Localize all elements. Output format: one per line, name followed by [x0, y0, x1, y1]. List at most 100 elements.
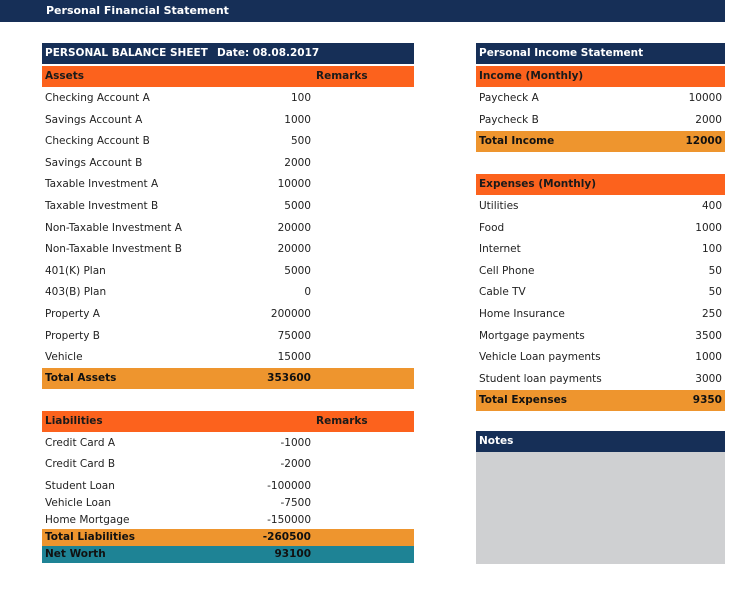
asset-label: Savings Account A [45, 113, 143, 126]
expense-value: 100 [701, 243, 722, 256]
asset-row: Non-Taxable Investment A 20000 [42, 218, 414, 239]
asset-row: Non-Taxable Investment B 20000 [42, 239, 414, 260]
asset-value: 5000 [284, 264, 311, 277]
net-worth-value: 93100 [274, 548, 311, 560]
expense-row: Vehicle Loan payments 1000 [476, 347, 725, 368]
liability-row: Student Loan -100000 [42, 478, 414, 495]
page-title: Personal Financial Statement [0, 0, 725, 22]
expenses-header: Expenses (Monthly) [476, 174, 725, 195]
income-header: Income (Monthly) [476, 66, 725, 87]
total-expenses-value: 9350 [692, 394, 722, 406]
expense-value: 1000 [695, 221, 722, 234]
asset-label: Checking Account A [45, 92, 150, 104]
notes-area[interactable] [476, 452, 725, 564]
total-income-label: Total Income [479, 135, 555, 147]
income-row: Paycheck B 2000 [476, 110, 725, 131]
assets-remarks-header: Remarks [316, 70, 368, 82]
balance-sheet-date: Date: 08.08.2017 [217, 47, 320, 59]
income-label: Paycheck A [479, 92, 539, 104]
expense-label: Internet [479, 243, 521, 256]
asset-value: 0 [304, 286, 311, 299]
income-statement-title: Personal Income Statement [479, 47, 644, 59]
expense-row: Mortgage payments 3500 [476, 326, 725, 347]
liability-label: Vehicle Loan [45, 497, 112, 509]
expense-row: Utilities 400 [476, 196, 725, 217]
asset-label: Property B [45, 329, 100, 342]
asset-row: Savings Account A 1000 [42, 110, 414, 131]
liability-value: -2000 [280, 458, 311, 470]
expense-value: 50 [708, 264, 722, 277]
expense-label: Student loan payments [479, 372, 602, 385]
expense-row: Home Insurance 250 [476, 304, 725, 325]
total-income-value: 12000 [685, 135, 722, 147]
asset-value: 200000 [270, 308, 311, 320]
liability-value: -1000 [280, 437, 311, 449]
asset-value: 75000 [277, 329, 311, 342]
asset-value: 20000 [277, 243, 311, 256]
net-worth-row: Net Worth 93100 [42, 546, 414, 563]
assets-header-label: Assets [45, 70, 85, 82]
asset-label: Taxable Investment A [45, 178, 159, 191]
asset-label: Savings Account B [45, 156, 143, 169]
total-assets-label: Total Assets [45, 372, 117, 384]
balance-sheet-title: PERSONAL BALANCE SHEET [45, 47, 208, 59]
asset-value: 2000 [284, 156, 311, 169]
asset-value: 5000 [284, 200, 311, 212]
total-assets-value: 353600 [267, 372, 311, 384]
asset-label: 401(K) Plan [45, 264, 106, 277]
income-row: Paycheck A 10000 [476, 88, 725, 109]
balance-sheet-header: PERSONAL BALANCE SHEET Date: 08.08.2017 [42, 43, 414, 64]
income-header-label: Income (Monthly) [479, 70, 584, 82]
liabilities-header-label: Liabilities [45, 415, 103, 427]
expense-label: Cell Phone [479, 264, 535, 277]
liability-label: Credit Card B [45, 458, 116, 470]
liability-row: Home Mortgage -150000 [42, 512, 414, 529]
asset-row: Checking Account A 100 [42, 88, 414, 109]
liability-row: Credit Card A -1000 [42, 433, 414, 454]
expense-label: Utilities [479, 200, 519, 212]
asset-row: Property A 200000 [42, 304, 414, 325]
liabilities-remarks-header: Remarks [316, 415, 368, 427]
asset-value: 500 [290, 135, 311, 148]
asset-row: 403(B) Plan 0 [42, 282, 414, 303]
expense-value: 400 [701, 200, 722, 212]
net-worth-label: Net Worth [45, 548, 106, 560]
total-liabilities-row: Total Liabilities -260500 [42, 529, 414, 546]
expense-label: Home Insurance [479, 308, 565, 320]
expense-value: 3000 [695, 372, 722, 385]
asset-value: 20000 [277, 221, 311, 234]
liability-value: -7500 [280, 497, 311, 509]
expense-row: Student loan payments 3000 [476, 369, 725, 390]
liability-label: Home Mortgage [45, 514, 130, 526]
asset-row: Savings Account B 2000 [42, 153, 414, 174]
asset-label: Non-Taxable Investment B [45, 243, 182, 256]
expense-row: Internet 100 [476, 239, 725, 260]
expense-label: Cable TV [479, 286, 526, 299]
expenses-header-label: Expenses (Monthly) [479, 178, 597, 190]
expense-row: Cable TV 50 [476, 282, 725, 303]
asset-label: Non-Taxable Investment A [45, 221, 182, 234]
asset-value: 100 [290, 92, 311, 104]
liability-label: Student Loan [45, 480, 115, 492]
asset-row: Vehicle 15000 [42, 347, 414, 368]
liability-value: -100000 [267, 480, 311, 492]
asset-row: 401(K) Plan 5000 [42, 261, 414, 282]
total-assets-row: Total Assets 353600 [42, 368, 414, 389]
income-value: 2000 [695, 114, 722, 126]
asset-value: 1000 [284, 113, 311, 126]
notes-header-label: Notes [479, 435, 514, 447]
total-income-row: Total Income 12000 [476, 131, 725, 152]
total-liabilities-value: -260500 [262, 531, 311, 543]
assets-header: Assets Remarks [42, 66, 414, 87]
income-value: 10000 [688, 92, 722, 104]
asset-label: 403(B) Plan [45, 286, 107, 299]
expense-row: Cell Phone 50 [476, 261, 725, 282]
asset-label: Taxable Investment B [45, 200, 159, 212]
expense-label: Mortgage payments [479, 329, 585, 342]
liability-row: Credit Card B -2000 [42, 454, 414, 475]
notes-header: Notes [476, 431, 725, 452]
income-label: Paycheck B [479, 114, 539, 126]
asset-label: Property A [45, 308, 100, 320]
expense-value: 50 [708, 286, 722, 299]
liabilities-header: Liabilities Remarks [42, 411, 414, 432]
